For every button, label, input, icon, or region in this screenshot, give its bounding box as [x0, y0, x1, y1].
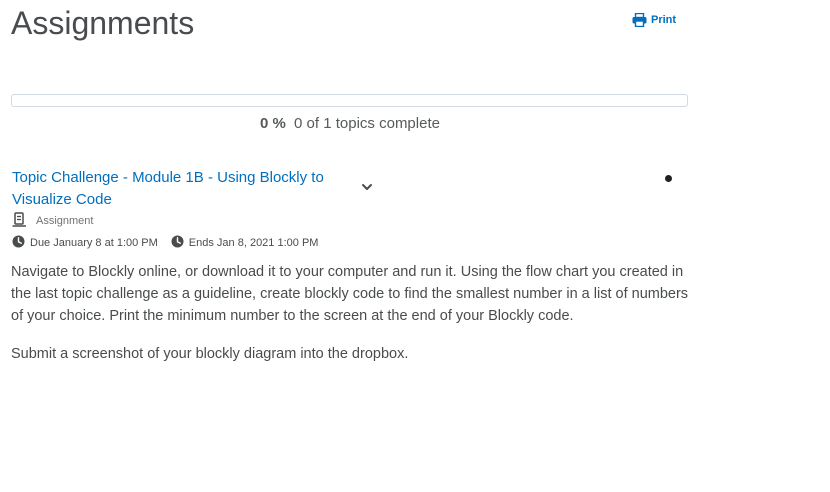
due-date: Due January 8 at 1:00 PM [12, 235, 158, 251]
topic-description: Navigate to Blockly online, or download … [11, 261, 701, 365]
print-label: Print [651, 14, 677, 26]
topic-type: Assignment [12, 212, 93, 230]
end-date-text: Ends Jan 8, 2021 1:00 PM [188, 237, 319, 249]
chevron-down-icon[interactable] [360, 180, 374, 199]
topic-dates: Due January 8 at 1:00 PM Ends Jan 8, 202… [12, 235, 318, 251]
assignment-icon [12, 212, 29, 230]
page: Assignments Print 0 % 0 of 1 topics comp… [0, 0, 830, 492]
clock-icon [171, 235, 184, 251]
end-date: Ends Jan 8, 2021 1:00 PM [171, 235, 319, 251]
due-date-text: Due January 8 at 1:00 PM [30, 237, 158, 249]
print-button[interactable]: Print [632, 13, 676, 27]
printer-icon [632, 13, 647, 27]
topic-type-label: Assignment [36, 215, 94, 227]
clock-icon [12, 235, 25, 251]
progress-summary: 0 % 0 of 1 topics complete [0, 115, 700, 133]
progress-count: 0 of 1 topics complete [294, 115, 440, 132]
description-paragraph: Submit a screenshot of your blockly diag… [11, 346, 409, 362]
page-title: Assignments [11, 5, 195, 41]
description-paragraph: Navigate to Blockly online, or download … [11, 264, 689, 324]
progress-bar [11, 94, 688, 107]
progress-percent: 0 % [260, 115, 286, 132]
unread-dot-icon [665, 175, 672, 182]
topic-title-link[interactable]: Topic Challenge - Module 1B - Using Bloc… [12, 167, 352, 211]
